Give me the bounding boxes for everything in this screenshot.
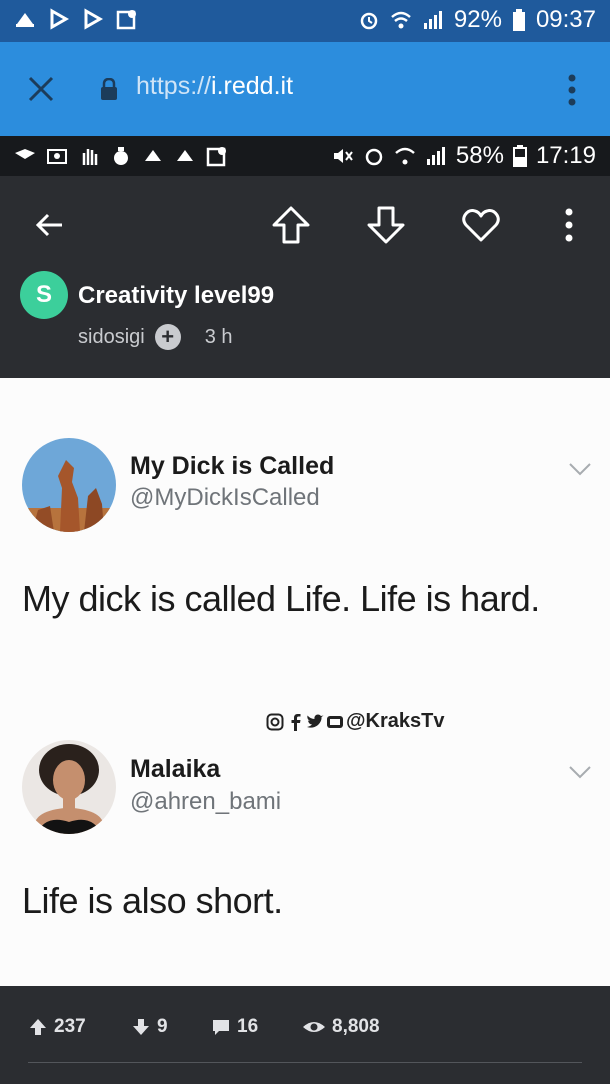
money-bag-icon (114, 147, 128, 165)
view-count: 8,808 (302, 1016, 380, 1038)
signal-icon (423, 11, 442, 29)
tweet-avatar (22, 740, 116, 834)
signal-icon (426, 147, 445, 165)
downvote-icon[interactable] (365, 204, 407, 246)
subreddit-avatar[interactable]: S (20, 271, 68, 319)
watermark-handle: @KraksTv (346, 710, 445, 732)
upvote-count[interactable]: 237 (28, 1016, 86, 1038)
post-meta: sidosigi + 3 h (78, 324, 233, 350)
downvote-count-value: 9 (157, 1016, 168, 1037)
notification-icon (145, 150, 161, 161)
tweet-author-handle: @MyDickIsCalled (130, 484, 320, 511)
instagram-icon (266, 713, 284, 730)
url-field[interactable]: https://i.redd.it (136, 72, 293, 101)
outer-status-bar: 92% 09:37 (0, 0, 610, 42)
url-protocol: https:// (136, 72, 212, 100)
wifi-icon (395, 147, 415, 165)
lock-icon (101, 78, 117, 100)
dropbox-icon (15, 149, 35, 159)
url-host: i.redd.it (211, 72, 294, 100)
post-header: S Creativity level99 sidosigi + 3 h (0, 176, 610, 378)
wifi-icon (391, 11, 411, 29)
browser-url-bar: https://i.redd.it (0, 42, 610, 136)
tweet-avatar (22, 438, 116, 532)
battery-icon (512, 145, 527, 167)
heart-icon[interactable] (460, 204, 502, 246)
subreddit-name[interactable]: Creativity level99 (78, 282, 274, 310)
comment-count[interactable]: 16 (211, 1016, 258, 1038)
maps-icon (206, 147, 226, 167)
post-time: 3 h (204, 325, 233, 348)
comment-icon (213, 1020, 229, 1035)
comment-count-value: 16 (237, 1016, 259, 1037)
upvote-count-value: 237 (54, 1016, 86, 1037)
twitter-icon (307, 713, 324, 728)
view-count-value: 8,808 (332, 1016, 380, 1037)
back-arrow-icon[interactable] (28, 204, 70, 246)
arrow-down-icon (133, 1019, 149, 1035)
arrow-up-icon (30, 1019, 46, 1035)
facebook-icon (291, 713, 301, 731)
close-icon[interactable] (28, 76, 54, 102)
follow-plus-button[interactable]: + (154, 324, 181, 350)
youtube-icon (327, 715, 343, 728)
outer-battery-percent: 92% (453, 6, 502, 33)
chevron-down-icon (569, 463, 591, 476)
outer-clock: 09:37 (535, 6, 596, 33)
mute-icon (333, 149, 353, 163)
upvote-icon[interactable] (270, 204, 312, 246)
plus-label: + (161, 324, 175, 349)
play-store-icon (50, 8, 70, 30)
more-vert-icon[interactable] (548, 204, 590, 246)
alarm-icon (360, 12, 378, 30)
more-vert-icon[interactable] (568, 74, 576, 106)
post-stats-bar: 237 9 16 8,808 (0, 986, 610, 1084)
battery-icon (512, 9, 525, 31)
woman-portrait-image (22, 740, 116, 834)
inner-status-bar: 58% 17:19 (0, 136, 610, 176)
divider (28, 1062, 582, 1063)
subreddit-initial: S (35, 281, 52, 308)
photo-icon (47, 149, 67, 164)
maps-icon (116, 10, 136, 30)
post-image[interactable]: My Dick is Called @MyDickIsCalled My dic… (0, 378, 610, 986)
post-author[interactable]: sidosigi (78, 326, 145, 349)
play-store-icon (84, 8, 104, 30)
tweet-text: Life is also short. (22, 880, 283, 921)
tweet-author-name: My Dick is Called (130, 452, 335, 480)
notification-icon (16, 13, 34, 27)
watermark: @KraksTv (266, 710, 444, 733)
inner-battery-percent: 58% (455, 142, 504, 169)
inner-clock: 17:19 (535, 142, 596, 169)
downvote-count[interactable]: 9 (131, 1016, 168, 1038)
notification-icon (177, 150, 193, 161)
tweet-author-handle: @ahren_bami (130, 788, 282, 815)
tweet-author-name: Malaika (130, 755, 221, 783)
chevron-down-icon (569, 766, 591, 779)
eye-icon (303, 1022, 325, 1032)
tweet-text: My dick is called Life. Life is hard. (22, 578, 540, 619)
rock-formation-image (22, 438, 116, 532)
alarm-icon (365, 148, 383, 166)
hand-icon (82, 149, 98, 165)
